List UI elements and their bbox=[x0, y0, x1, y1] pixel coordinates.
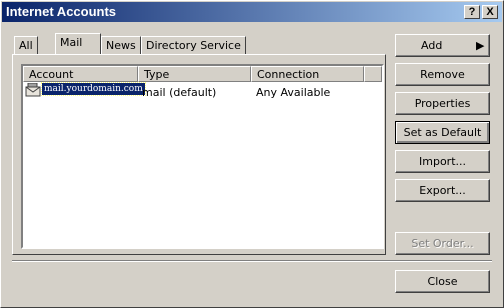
column-header-account-label: Account bbox=[29, 68, 74, 81]
account-name: mail.yourdomain.com bbox=[41, 82, 146, 96]
tab-mail[interactable]: Mail bbox=[55, 33, 101, 54]
close-button-label: Close bbox=[427, 275, 458, 288]
column-header-connection-label: Connection bbox=[257, 68, 320, 81]
close-icon: X bbox=[486, 6, 494, 18]
help-icon: ? bbox=[468, 6, 476, 18]
tab-all[interactable]: All bbox=[14, 36, 38, 54]
tab-news[interactable]: News bbox=[101, 36, 141, 54]
accounts-list[interactable]: Account Type Connection mail.yourdomain.… bbox=[21, 64, 384, 249]
mail-account-icon bbox=[25, 82, 41, 100]
column-header-type-label: Type bbox=[144, 68, 170, 81]
chevron-right-icon: ▶ bbox=[476, 39, 485, 52]
tab-directory-service-label: Directory Service bbox=[146, 39, 241, 52]
import-button-label: Import... bbox=[419, 155, 466, 168]
column-header-account[interactable]: Account bbox=[23, 66, 138, 82]
tab-all-label: All bbox=[19, 39, 33, 52]
set-as-default-button-label: Set as Default bbox=[403, 126, 482, 139]
properties-button-label: Properties bbox=[414, 97, 471, 110]
account-connection: Any Available bbox=[256, 86, 331, 99]
add-button-label: Add bbox=[421, 39, 443, 52]
account-type: mail (default) bbox=[142, 86, 217, 99]
remove-button-label: Remove bbox=[420, 68, 465, 81]
tab-news-label: News bbox=[106, 39, 136, 52]
column-header-filler bbox=[364, 66, 382, 82]
column-header-type[interactable]: Type bbox=[138, 66, 251, 82]
close-window-button[interactable]: X bbox=[482, 5, 498, 19]
footer-separator bbox=[12, 260, 492, 262]
set-order-button[interactable]: Set Order... bbox=[395, 232, 490, 255]
properties-button[interactable]: Properties bbox=[395, 92, 490, 115]
export-button-label: Export... bbox=[419, 184, 466, 197]
remove-button[interactable]: Remove bbox=[395, 63, 490, 86]
export-button[interactable]: Export... bbox=[395, 179, 490, 202]
title-bar: Internet Accounts ? X bbox=[2, 2, 502, 22]
add-button[interactable]: Add ▶ bbox=[395, 34, 490, 57]
tab-directory-service[interactable]: Directory Service bbox=[141, 36, 246, 54]
set-order-button-label: Set Order... bbox=[411, 237, 474, 250]
set-as-default-button[interactable]: Set as Default bbox=[395, 121, 490, 144]
tab-mail-label: Mail bbox=[60, 36, 83, 49]
help-button[interactable]: ? bbox=[464, 5, 480, 19]
close-button[interactable]: Close bbox=[395, 270, 490, 293]
internet-accounts-dialog: Internet Accounts ? X All Mail News Dire… bbox=[0, 0, 504, 308]
column-header-connection[interactable]: Connection bbox=[251, 66, 364, 82]
window-title: Internet Accounts bbox=[6, 4, 117, 19]
import-button[interactable]: Import... bbox=[395, 150, 490, 173]
